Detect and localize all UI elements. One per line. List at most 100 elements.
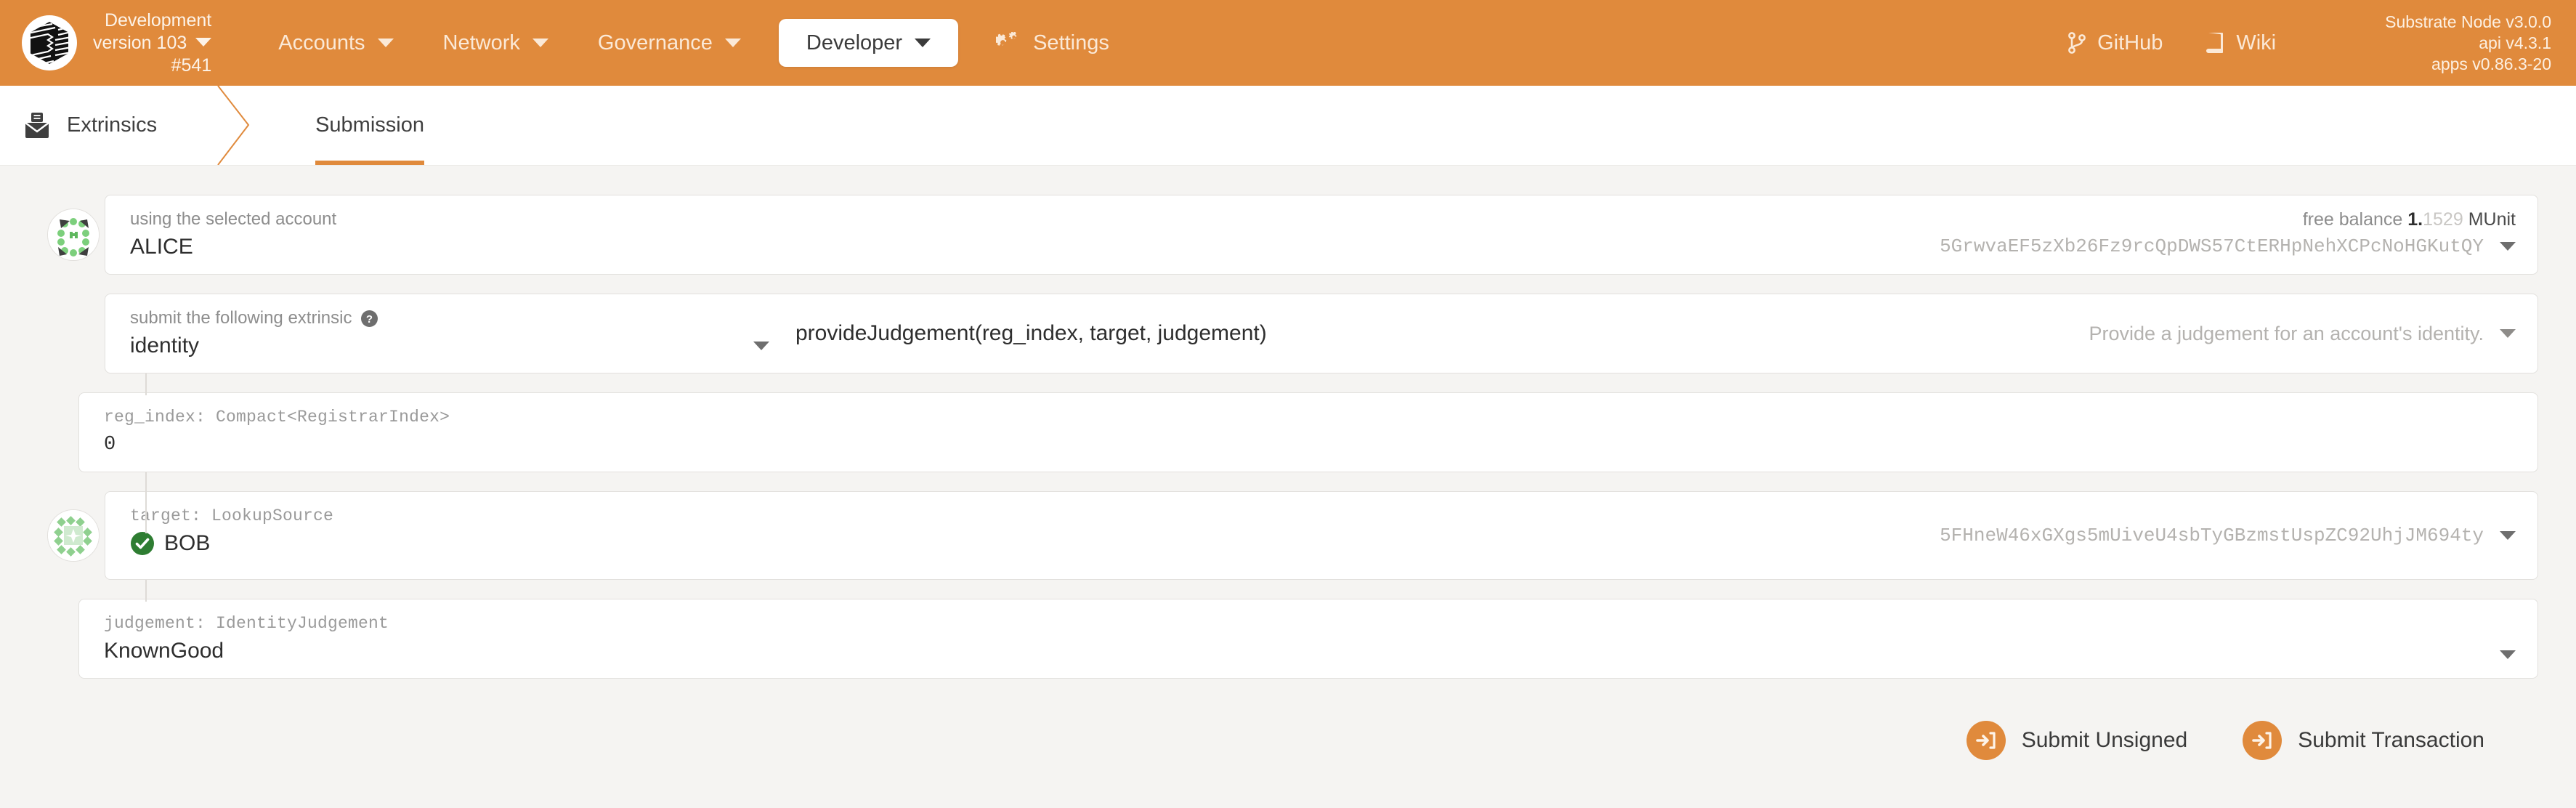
param-field-judgement[interactable]: judgement: IdentityJudgement KnownGood <box>78 599 2538 679</box>
extrinsic-field-label: submit the following extrinsic ? <box>130 306 769 331</box>
wiki-link[interactable]: Wiki <box>2184 31 2298 55</box>
tab-label-extrinsics: Extrinsics <box>67 113 158 137</box>
nav-item-developer[interactable]: Developer <box>778 19 959 67</box>
cogs-icon <box>995 31 1021 54</box>
param-row-reg-index: reg_index: Compact<RegistrarIndex> 0 <box>38 373 2538 472</box>
free-balance-major: 1. <box>2407 209 2423 230</box>
substrate-hexagon-logo-icon <box>22 15 77 70</box>
extrinsic-method-value: provideJudgement(reg_index, target, judg… <box>795 321 1267 345</box>
param-left-judgement: judgement: IdentityJudgement KnownGood <box>104 611 389 666</box>
account-field-label: using the selected account <box>130 209 337 229</box>
account-address-row[interactable]: 5GrwvaEF5zXb26Fz9rcQpDWS57CtERHpNehXCPcN… <box>1940 232 2516 261</box>
account-row: using the selected account ALICE free ba… <box>38 195 2538 275</box>
version-info: Substrate Node v3.0.0 api v4.3.1 apps v0… <box>2385 12 2551 75</box>
tab-label-submission: Submission <box>315 113 424 137</box>
extrinsic-method-select[interactable]: provideJudgement(reg_index, target, judg… <box>795 306 2516 361</box>
alice-identicon[interactable] <box>47 209 100 261</box>
nav-label-settings: Settings <box>1033 31 1109 54</box>
svg-text:?: ? <box>366 313 373 326</box>
param-right-target: 5FHneW46xGXgs5mUiveU4sbTyGBzmstUspZC92Uh… <box>1940 504 2516 567</box>
wiki-label: Wiki <box>2236 31 2277 54</box>
extrinsic-label-text: submit the following extrinsic <box>130 308 352 328</box>
chain-block-number: #541 <box>171 54 212 76</box>
param-value-judgement: KnownGood <box>104 639 224 663</box>
apps-version: apps v0.86.3-20 <box>2431 54 2551 73</box>
tab-active-underline <box>315 161 424 165</box>
param-connector <box>145 580 147 602</box>
chain-version: version 103 <box>93 32 187 53</box>
nav-item-accounts[interactable]: Accounts <box>254 0 418 86</box>
chevron-down-icon <box>724 39 741 47</box>
extrinsic-method-description: Provide a judgement for an account's ide… <box>2089 323 2484 344</box>
help-circle-icon[interactable]: ? <box>360 310 378 328</box>
main-content: using the selected account ALICE free ba… <box>0 166 2576 760</box>
tab-separator-chevron <box>196 86 276 165</box>
chevron-down-icon[interactable] <box>195 37 212 47</box>
sign-in-arrow-icon <box>2243 721 2283 760</box>
github-link[interactable]: GitHub <box>2046 31 2184 55</box>
nav-item-settings[interactable]: Settings <box>971 0 1134 86</box>
nav-item-governance[interactable]: Governance <box>573 0 766 86</box>
tab-bar: Extrinsics Submission <box>0 86 2576 166</box>
submit-transaction-button[interactable]: Submit Transaction <box>2243 721 2484 760</box>
param-value-reg-index[interactable]: 0 <box>104 429 450 460</box>
param-label-target: target: LookupSource <box>130 506 334 525</box>
chevron-down-icon[interactable] <box>2500 650 2516 659</box>
book-icon <box>2206 31 2225 54</box>
chevron-down-icon[interactable] <box>2500 531 2516 540</box>
app-root: Development version 103 #541 Accounts Ne… <box>0 0 2576 808</box>
extrinsic-icon-slot <box>38 294 105 373</box>
chevron-down-icon <box>915 39 931 47</box>
sign-in-arrow-icon <box>1966 721 2006 760</box>
node-version: Substrate Node v3.0.0 <box>2385 12 2551 31</box>
app-header: Development version 103 #541 Accounts Ne… <box>0 0 2576 86</box>
chain-version-line: version 103 <box>93 32 212 54</box>
chevron-down-icon[interactable] <box>2500 329 2516 338</box>
submit-unsigned-button[interactable]: Submit Unsigned <box>1966 721 2187 760</box>
nav-label-governance: Governance <box>597 31 713 54</box>
tab-submission[interactable]: Submission <box>276 86 463 165</box>
param-left-reg-index: reg_index: Compact<RegistrarIndex> 0 <box>104 405 450 460</box>
account-address: 5GrwvaEF5zXb26Fz9rcQpDWS57CtERHpNehXCPcN… <box>1940 235 2484 257</box>
inbox-envelope-icon <box>25 112 49 140</box>
check-circle-icon <box>130 531 155 556</box>
target-identicon-slot <box>38 491 105 580</box>
free-balance-minor: 1529 <box>2423 209 2463 230</box>
account-name: ALICE <box>130 235 193 259</box>
chevron-down-icon[interactable] <box>753 342 769 350</box>
git-branch-icon <box>2067 31 2086 54</box>
nav-label-accounts: Accounts <box>278 31 365 54</box>
free-balance-label: free balance <box>2302 209 2403 230</box>
param-label-reg-index: reg_index: Compact<RegistrarIndex> <box>104 408 450 427</box>
target-address-row[interactable]: 5FHneW46xGXgs5mUiveU4sbTyGBzmstUspZC92Uh… <box>1940 504 2516 567</box>
submit-transaction-label: Submit Transaction <box>2298 728 2484 752</box>
extrinsic-method-half: provideJudgement(reg_index, target, judg… <box>769 306 2516 361</box>
param-value-target: BOB <box>130 528 333 559</box>
account-field[interactable]: using the selected account ALICE free ba… <box>105 195 2538 275</box>
param-target-name: BOB <box>164 531 211 555</box>
nav-item-network[interactable]: Network <box>418 0 573 86</box>
github-label: GitHub <box>2097 31 2163 54</box>
main-nav: Accounts Network Governance Developer Se… <box>254 0 1134 86</box>
param-field-reg-index[interactable]: reg_index: Compact<RegistrarIndex> 0 <box>78 392 2538 472</box>
param-connector <box>145 373 147 395</box>
param-right-judgement <box>2500 611 2516 659</box>
chain-name: Development <box>104 9 212 31</box>
chevron-down-icon <box>532 39 548 47</box>
extrinsic-row: submit the following extrinsic ? identit… <box>38 294 2538 373</box>
bob-identicon[interactable] <box>47 509 100 562</box>
free-balance-unit: MUnit <box>2468 209 2516 230</box>
extrinsic-method-description-row: Provide a judgement for an account's ide… <box>2089 318 2516 349</box>
extrinsic-section-select[interactable]: identity <box>130 331 769 361</box>
param-left-target: target: LookupSource BOB <box>130 504 333 559</box>
nav-label-developer: Developer <box>806 31 903 54</box>
header-right-group: GitHub Wiki Substrate Node v3.0.0 api v4… <box>2046 0 2576 86</box>
extrinsic-field: submit the following extrinsic ? identit… <box>105 294 2538 373</box>
chevron-down-icon[interactable] <box>2500 242 2516 251</box>
param-connector <box>145 472 147 533</box>
account-field-left: using the selected account ALICE <box>130 207 336 262</box>
account-field-right: free balance 1.1529 MUnit 5GrwvaEF5zXb26… <box>1940 207 2516 261</box>
chain-selector[interactable]: Development version 103 #541 <box>93 9 216 77</box>
tab-extrinsics[interactable]: Extrinsics <box>0 86 196 165</box>
param-field-target[interactable]: target: LookupSource BOB 5FHneW46xGXgs5m… <box>105 491 2538 580</box>
